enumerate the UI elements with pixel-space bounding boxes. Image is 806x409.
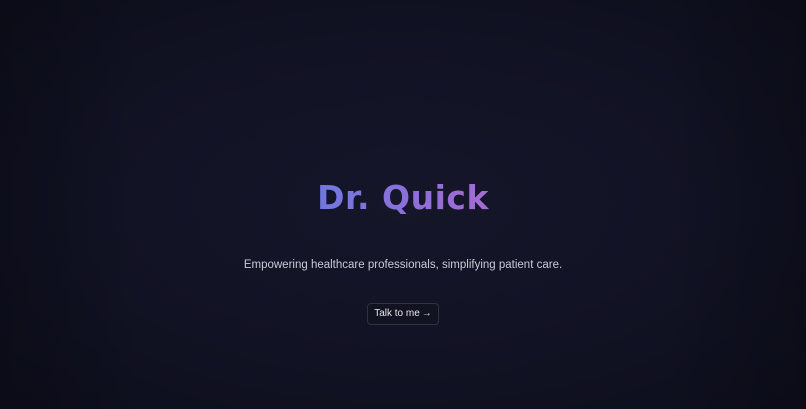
hero-subtitle: Empowering healthcare professionals, sim… — [243, 259, 563, 272]
page-title: Dr. Quick — [317, 178, 489, 217]
arrow-right-icon: → — [421, 307, 432, 319]
talk-to-me-label: Talk to me — [374, 308, 420, 320]
hero-section: Dr. Quick Empowering healthcare professi… — [0, 0, 806, 409]
talk-to-me-button[interactable]: Talk to me → — [367, 302, 439, 325]
